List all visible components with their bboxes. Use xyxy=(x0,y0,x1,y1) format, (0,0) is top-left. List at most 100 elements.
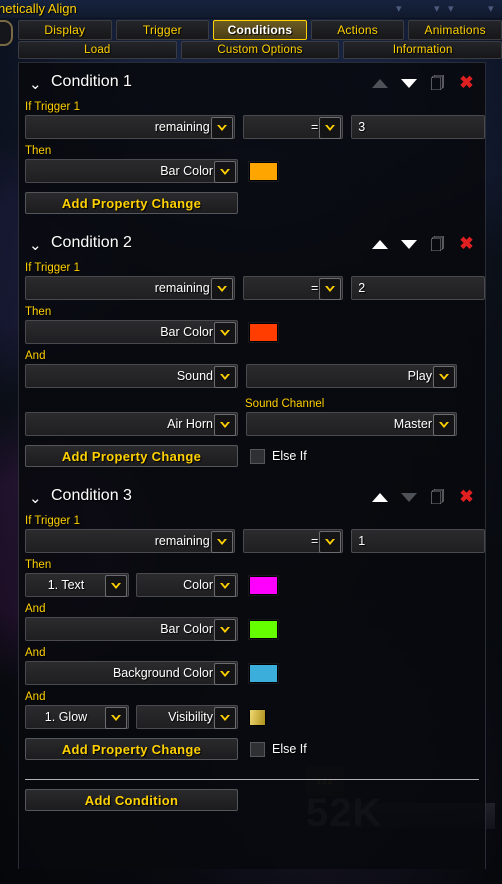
else-if-checkbox-group[interactable]: Else If xyxy=(250,448,307,464)
condition-header: ⌄ Condition 3 🗍 ✖ xyxy=(25,485,485,515)
property-dropdown[interactable]: Background Color xyxy=(25,661,238,685)
tab-display[interactable]: Display xyxy=(18,20,112,40)
color-swatch[interactable] xyxy=(249,619,278,639)
property-change-row: Bar Color xyxy=(25,320,485,344)
and-label: And xyxy=(25,603,46,615)
sound-channel-dropdown[interactable]: Master xyxy=(246,412,457,436)
add-property-change-button[interactable]: Add Property Change xyxy=(25,192,238,214)
operator-dropdown-value: = xyxy=(310,281,319,295)
tab-animations[interactable]: Animations xyxy=(408,20,502,40)
visibility-toggle[interactable] xyxy=(249,708,266,726)
add-property-change-button[interactable]: Add Property Change xyxy=(25,445,238,467)
tab-information[interactable]: Information xyxy=(343,41,502,59)
duplicate-icon[interactable]: 🗍 xyxy=(429,489,446,506)
condition-trigger-row: remaining = 1 xyxy=(25,529,485,553)
condition-value-input-value: 3 xyxy=(358,120,366,134)
sound-name-dropdown-value: Air Horn xyxy=(167,417,213,431)
arrow-down-icon[interactable] xyxy=(400,75,417,92)
arrow-up-icon[interactable] xyxy=(371,75,388,92)
condition-header: ⌄ Condition 2 🗍 ✖ xyxy=(25,232,485,262)
chevron-down-icon xyxy=(319,117,342,139)
tab-actions[interactable]: Actions xyxy=(310,20,405,40)
else-if-checkbox-group[interactable]: Else If xyxy=(250,741,307,757)
chevron-down-icon xyxy=(210,278,233,300)
condition-spacer xyxy=(19,467,485,477)
condition-header-actions: 🗍 ✖ xyxy=(371,74,475,92)
condition-footer-row: Add Property Change Else If xyxy=(25,738,485,760)
property-dropdown[interactable]: Bar Color xyxy=(25,159,238,183)
sub-target-dropdown[interactable]: 1. Text xyxy=(25,573,129,597)
sound-action-dropdown[interactable]: Play xyxy=(246,364,457,388)
trigger-property-dropdown[interactable]: remaining xyxy=(25,115,235,139)
chevron-down-icon[interactable]: ⌄ xyxy=(29,490,42,508)
else-if-checkbox[interactable] xyxy=(250,741,265,757)
color-swatch[interactable] xyxy=(249,322,278,342)
sound-select-row: Air Horn Master xyxy=(25,412,485,436)
property-change-row: Bar Color xyxy=(25,617,485,641)
property-dropdown[interactable]: Bar Color xyxy=(25,320,238,344)
operator-dropdown[interactable]: = xyxy=(242,276,344,300)
condition-header: ⌄ Condition 1 🗍 ✖ xyxy=(25,71,485,101)
chevron-down-icon xyxy=(210,117,233,139)
arrow-up-icon[interactable] xyxy=(371,236,388,253)
sub-target-dropdown-value: 1. Glow xyxy=(44,710,88,724)
close-icon[interactable]: ✖ xyxy=(458,488,475,506)
close-icon[interactable]: ✖ xyxy=(458,74,475,92)
else-if-checkbox[interactable] xyxy=(250,448,265,464)
window-title: netically Align xyxy=(0,1,77,16)
chevron-down-icon: ▾ xyxy=(396,3,402,15)
arrow-down-icon[interactable] xyxy=(400,236,417,253)
if-trigger-label: If Trigger 1 xyxy=(25,262,80,274)
chevron-down-icon xyxy=(433,414,455,436)
conditions-scroll-panel[interactable]: ⌄ Condition 1 🗍 ✖ If Trigger 1 remaining = 3 The… xyxy=(18,62,486,869)
tab-trigger[interactable]: Trigger xyxy=(115,20,210,40)
close-icon[interactable]: ✖ xyxy=(458,235,475,253)
color-swatch[interactable] xyxy=(249,161,278,181)
then-label: Then xyxy=(25,145,52,157)
arrow-down-icon[interactable] xyxy=(400,489,417,506)
sound-name-dropdown[interactable]: Air Horn xyxy=(25,412,238,436)
color-swatch[interactable] xyxy=(249,663,278,683)
property-change-row: 1. Glow Visibility xyxy=(25,705,485,729)
arrow-up-icon[interactable] xyxy=(371,489,388,506)
secondary-tab-bar: Load Custom Options Information xyxy=(18,41,502,59)
sub-target-dropdown[interactable]: 1. Glow xyxy=(25,705,129,729)
chevron-down-icon[interactable]: ⌄ xyxy=(29,76,42,94)
duplicate-icon[interactable]: 🗍 xyxy=(429,236,446,253)
panel-edge-handle[interactable] xyxy=(0,20,13,46)
operator-dropdown[interactable]: = xyxy=(242,529,344,553)
condition-spacer xyxy=(19,760,485,770)
condition-header-actions: 🗍 ✖ xyxy=(371,488,475,506)
operator-dropdown[interactable]: = xyxy=(242,115,344,139)
condition-value-input[interactable]: 3 xyxy=(351,115,485,139)
condition-value-input[interactable]: 1 xyxy=(351,529,485,553)
tab-custom-options[interactable]: Custom Options xyxy=(180,41,340,59)
chevron-down-icon xyxy=(319,531,342,553)
chevron-down-icon xyxy=(214,619,236,641)
sound-channel-dropdown-value: Master xyxy=(393,417,432,431)
chevron-down-icon xyxy=(214,414,236,436)
property-dropdown[interactable]: Color xyxy=(136,573,238,597)
sound-property-dropdown-value: Sound xyxy=(176,369,213,383)
sound-action-dropdown-value: Play xyxy=(407,369,432,383)
trigger-property-dropdown[interactable]: remaining xyxy=(25,276,235,300)
trigger-property-dropdown[interactable]: remaining xyxy=(25,529,235,553)
add-condition-button[interactable]: Add Condition xyxy=(25,789,238,811)
section-divider xyxy=(25,779,479,780)
chevron-down-icon: ▾ xyxy=(448,3,454,15)
and-label: And xyxy=(25,350,46,362)
add-property-change-button[interactable]: Add Property Change xyxy=(25,738,238,760)
tab-conditions[interactable]: Conditions xyxy=(213,20,307,40)
duplicate-icon[interactable]: 🗍 xyxy=(429,75,446,92)
property-dropdown[interactable]: Visibility xyxy=(136,705,238,729)
trigger-property-dropdown-value: remaining xyxy=(154,534,210,548)
property-dropdown[interactable]: Bar Color xyxy=(25,617,238,641)
sound-property-dropdown[interactable]: Sound xyxy=(25,364,238,388)
sound-action-row: Sound Play xyxy=(25,364,485,388)
property-dropdown-value: Background Color xyxy=(112,666,213,680)
chevron-down-icon[interactable]: ⌄ xyxy=(29,237,42,255)
condition-value-input[interactable]: 2 xyxy=(351,276,485,300)
color-swatch[interactable] xyxy=(249,575,278,595)
condition-value-input-value: 2 xyxy=(358,281,366,295)
tab-load[interactable]: Load xyxy=(18,41,177,59)
